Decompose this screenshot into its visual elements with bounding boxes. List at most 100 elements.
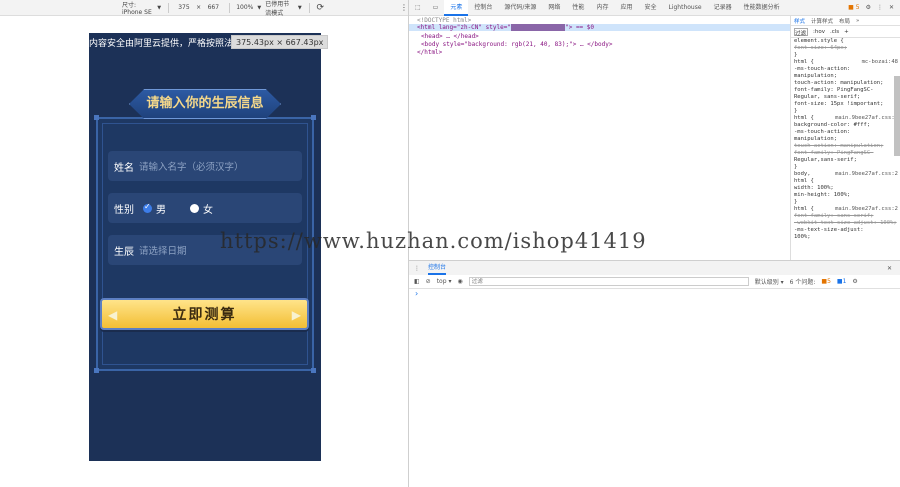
more-options-icon[interactable]: ⋮ bbox=[877, 4, 883, 11]
tab-memory[interactable]: 内存 bbox=[590, 0, 614, 16]
style-rule-text: font-size: 64px; bbox=[794, 45, 847, 51]
more-tabs-icon[interactable]: » bbox=[856, 18, 859, 24]
style-rules: element.style {font-size: 64px;} mc-bozai… bbox=[791, 38, 900, 241]
log-level-label: 默认级别 bbox=[754, 279, 779, 286]
warning-count[interactable]: ■5 bbox=[821, 278, 831, 285]
console-settings-gear-icon[interactable]: ⚙ bbox=[852, 278, 857, 285]
info-count[interactable]: ■1 bbox=[837, 278, 847, 285]
issues-badge[interactable]: ■ 5 bbox=[848, 4, 859, 11]
device-toolbar: 尺寸: iPhone SE ▼ 375 × 667 100% ▼ 已停用节流模式… bbox=[0, 0, 408, 17]
device-select[interactable]: 尺寸: iPhone SE bbox=[122, 0, 153, 16]
styles-filter-bar: 过滤 :hov .cls + bbox=[791, 26, 900, 38]
width-input[interactable]: 375 bbox=[176, 4, 192, 11]
style-rule-text: touch-action: manipulation; bbox=[794, 80, 884, 86]
style-rule-line: touch-action: manipulation; bbox=[791, 143, 900, 150]
tab-recorder[interactable]: 记录器 bbox=[708, 0, 738, 16]
style-rule-line: width: 100%; bbox=[791, 185, 900, 192]
tab-lighthouse[interactable]: Lighthouse bbox=[662, 0, 707, 16]
submit-button[interactable]: ◀ 立即测算 ▶ bbox=[100, 298, 309, 330]
close-drawer-icon[interactable]: ✕ bbox=[887, 265, 900, 272]
birth-date-input[interactable]: 请选择日期 bbox=[139, 243, 187, 257]
scrollbar[interactable] bbox=[894, 76, 900, 156]
style-rule-text: } bbox=[794, 164, 798, 170]
style-rule-line: font-size: 15px !important; bbox=[791, 101, 900, 108]
clear-console-icon[interactable]: ⊘ bbox=[426, 278, 431, 285]
settings-gear-icon[interactable]: ⚙ bbox=[866, 4, 871, 11]
gender-label: 性别 bbox=[114, 204, 134, 216]
context-select[interactable]: top ▾ bbox=[437, 278, 452, 285]
style-rule-text: Regular, sans-serif; bbox=[794, 94, 861, 100]
dom-node-html-close[interactable]: </html> bbox=[417, 49, 442, 56]
tab-console[interactable]: 控制台 bbox=[468, 0, 498, 16]
tab-application[interactable]: 应用 bbox=[614, 0, 638, 16]
style-rule-line: Regular, sans-serif; bbox=[791, 94, 900, 101]
tab-sources[interactable]: 源代码/来源 bbox=[498, 0, 542, 16]
radio-unchecked-icon bbox=[190, 203, 199, 213]
style-rule-line: font-size: 64px; bbox=[791, 45, 900, 52]
style-rule-text: font-size: 15px !important; bbox=[794, 101, 884, 107]
styles-filter-input[interactable]: 过滤 bbox=[794, 27, 808, 37]
tab-layout[interactable]: 布局 bbox=[839, 17, 850, 25]
console-filter-input[interactable]: 过滤 bbox=[468, 277, 749, 286]
styles-pane: 样式 计算样式 布局 » 过滤 :hov .cls + element.styl… bbox=[790, 16, 900, 260]
dom-node-html[interactable]: <html lang="zh-CN" style="font-size:64px… bbox=[409, 24, 790, 31]
tab-console-drawer[interactable]: 控制台 bbox=[428, 261, 447, 275]
issues-summary[interactable]: 6 个问题: bbox=[790, 277, 816, 286]
tab-network[interactable]: 网络 bbox=[542, 0, 566, 16]
device-toggle-icon[interactable]: ▭ bbox=[427, 0, 445, 16]
gender-radio-female[interactable]: 女 bbox=[190, 201, 213, 216]
styles-tabbar: 样式 计算样式 布局 » bbox=[791, 16, 900, 26]
birth-label: 生辰 bbox=[114, 246, 134, 258]
dom-node-body[interactable]: <body style="background: rgb(21, 40, 83)… bbox=[421, 41, 612, 48]
drawer-menu-icon[interactable]: ⋮ bbox=[414, 265, 420, 272]
style-source-link[interactable]: main.9bee27af.css:2 bbox=[835, 115, 900, 122]
style-rule-text: font-family: sans-serif; bbox=[794, 213, 874, 219]
style-rule-text: manipulation; bbox=[794, 136, 838, 142]
gender-option-label: 男 bbox=[156, 204, 166, 216]
style-rule-text: -ms-text-size-adjust: bbox=[794, 227, 864, 233]
elements-tree: <!DOCTYPE html> <html lang="zh-CN" style… bbox=[409, 16, 790, 260]
sidebar-toggle-icon[interactable]: ◧ bbox=[414, 278, 420, 285]
console-output[interactable]: › bbox=[409, 289, 900, 487]
divider bbox=[168, 2, 169, 13]
corner-ornament bbox=[311, 368, 316, 373]
tab-computed[interactable]: 计算样式 bbox=[811, 17, 833, 25]
style-rule-text: min-height: 100%; bbox=[794, 192, 851, 198]
style-source-link[interactable]: main.9bee27af.css:2 bbox=[835, 206, 900, 213]
rotate-icon[interactable]: ⟳ bbox=[316, 3, 324, 13]
close-icon[interactable]: ✕ bbox=[889, 4, 894, 11]
style-source-link[interactable]: main.9bee27af.css:2 bbox=[835, 171, 900, 178]
tab-performance[interactable]: 性能 bbox=[566, 0, 590, 16]
tab-styles[interactable]: 样式 bbox=[794, 17, 805, 25]
dom-node-html-text: <html lang="zh-CN" style=" bbox=[417, 24, 511, 31]
dom-node-doctype[interactable]: <!DOCTYPE html> bbox=[417, 17, 471, 24]
height-input[interactable]: 667 bbox=[205, 4, 221, 11]
style-source-link[interactable]: mc-bozai:48 bbox=[862, 59, 900, 66]
zoom-select[interactable]: 100% bbox=[236, 4, 253, 11]
divider bbox=[228, 2, 230, 13]
style-rule-line: main.9bee27af.css:2 body, bbox=[791, 171, 900, 178]
dom-node-head[interactable]: <head> … </head> bbox=[421, 33, 479, 40]
tab-security[interactable]: 安全 bbox=[638, 0, 662, 16]
name-label: 姓名 bbox=[114, 162, 134, 174]
name-field[interactable]: 姓名 请输入名字（必须汉字） bbox=[108, 151, 302, 181]
info-count-value: 1 bbox=[842, 278, 847, 285]
gender-radio-male[interactable]: 男 bbox=[143, 201, 166, 216]
more-options-icon[interactable]: ⋮ bbox=[400, 3, 408, 12]
eye-icon[interactable]: ◉ bbox=[457, 278, 462, 285]
cls-toggle[interactable]: .cls bbox=[830, 29, 839, 35]
throttle-select[interactable]: 已停用节流模式 bbox=[265, 0, 294, 17]
drawer-tabbar: ⋮ 控制台 ✕ bbox=[409, 261, 900, 275]
style-rule-text: html { bbox=[794, 206, 814, 212]
style-rule-line: main.9bee27af.css:2 html { bbox=[791, 206, 900, 213]
style-rule-text: background-color: #fff; bbox=[794, 122, 871, 128]
name-input[interactable]: 请输入名字（必须汉字） bbox=[139, 159, 244, 173]
add-rule-icon[interactable]: + bbox=[844, 29, 849, 35]
log-level-select[interactable]: 默认级别 ▾ bbox=[755, 277, 784, 286]
hov-toggle[interactable]: :hov bbox=[813, 29, 825, 35]
inspect-icon[interactable]: ⬚ bbox=[409, 0, 427, 16]
style-rule-line: -webkit-text-size-adjust: 100%; bbox=[791, 220, 900, 227]
tab-performance-insights[interactable]: 性能数据分析 bbox=[738, 0, 786, 16]
style-rule-text: element.style { bbox=[794, 38, 844, 44]
tab-elements[interactable]: 元素 bbox=[444, 0, 469, 16]
